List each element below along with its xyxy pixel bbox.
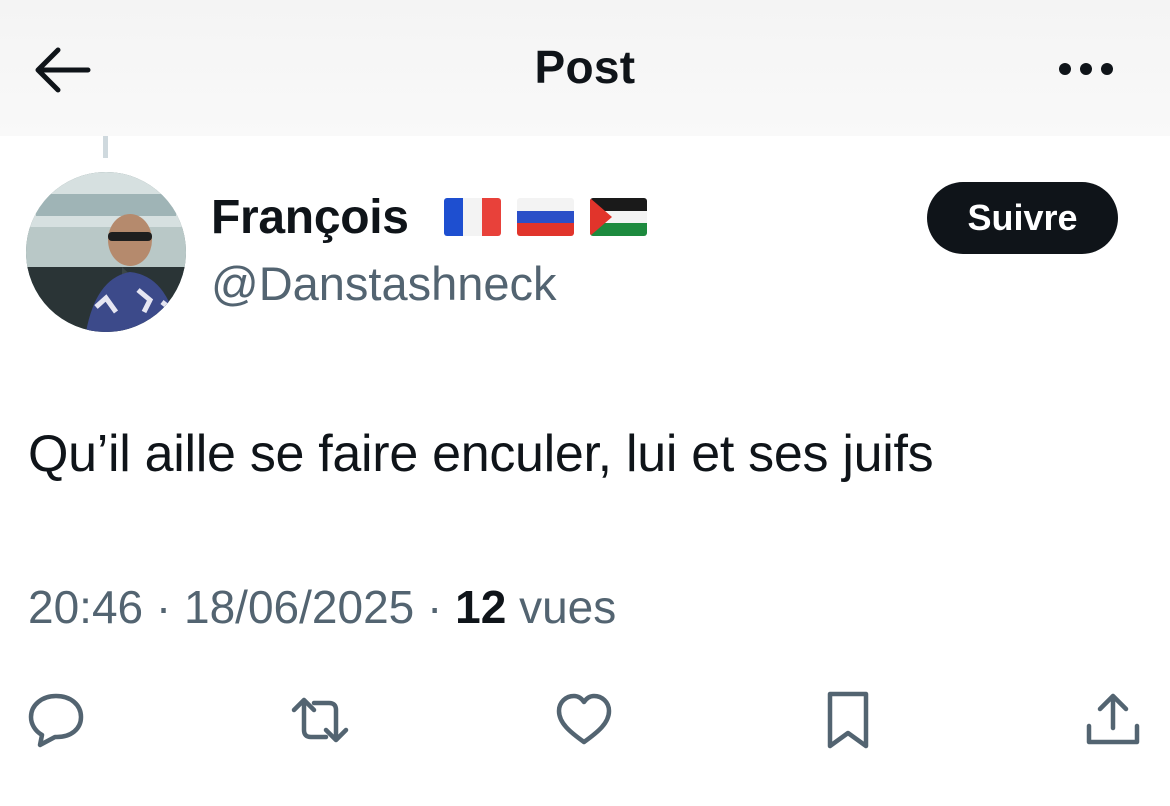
tweet-time[interactable]: 20:46 <box>28 581 143 633</box>
like-icon <box>556 693 612 745</box>
tweet-meta: 20:46 · 18/06/2025 · 12 vues <box>28 580 616 634</box>
follow-button[interactable]: Suivre <box>927 182 1118 254</box>
russia-flag-icon <box>517 198 574 236</box>
avatar[interactable] <box>26 172 186 332</box>
retweet-button[interactable] <box>290 690 350 750</box>
bookmark-icon <box>827 691 869 749</box>
share-icon <box>1086 693 1140 745</box>
author-display-name[interactable]: François <box>211 190 409 245</box>
thread-connector-line <box>103 136 108 158</box>
retweet-icon <box>291 697 349 743</box>
more-icon <box>1059 63 1113 75</box>
like-button[interactable] <box>554 690 614 750</box>
author-handle[interactable]: @Danstashneck <box>211 256 557 311</box>
share-button[interactable] <box>1083 690 1143 750</box>
top-bar: Post <box>0 0 1170 136</box>
france-flag-icon <box>444 198 501 236</box>
meta-separator: · <box>143 581 185 633</box>
tweet-date[interactable]: 18/06/2025 <box>184 581 414 633</box>
reply-icon <box>28 693 84 748</box>
bookmark-button[interactable] <box>818 690 878 750</box>
more-options-button[interactable] <box>1056 52 1118 86</box>
page-title: Post <box>534 41 636 93</box>
views-label: vues <box>519 581 617 633</box>
views-count: 12 <box>455 581 507 633</box>
flag-emojis <box>444 198 647 236</box>
meta-separator: · <box>414 581 456 633</box>
reply-button[interactable] <box>26 690 86 750</box>
palestine-flag-icon <box>590 198 647 236</box>
tweet-text: Qu’il aille se faire enculer, lui et ses… <box>28 425 934 483</box>
